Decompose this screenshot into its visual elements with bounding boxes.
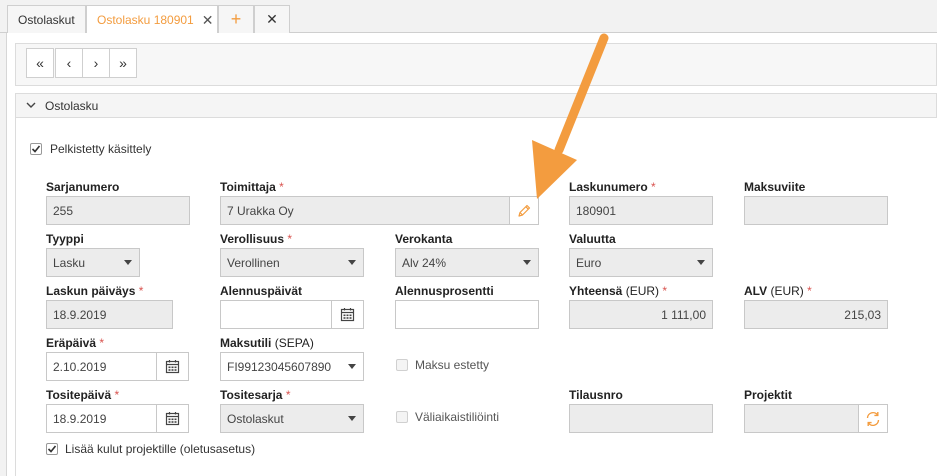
annotation-arrow — [532, 33, 609, 199]
